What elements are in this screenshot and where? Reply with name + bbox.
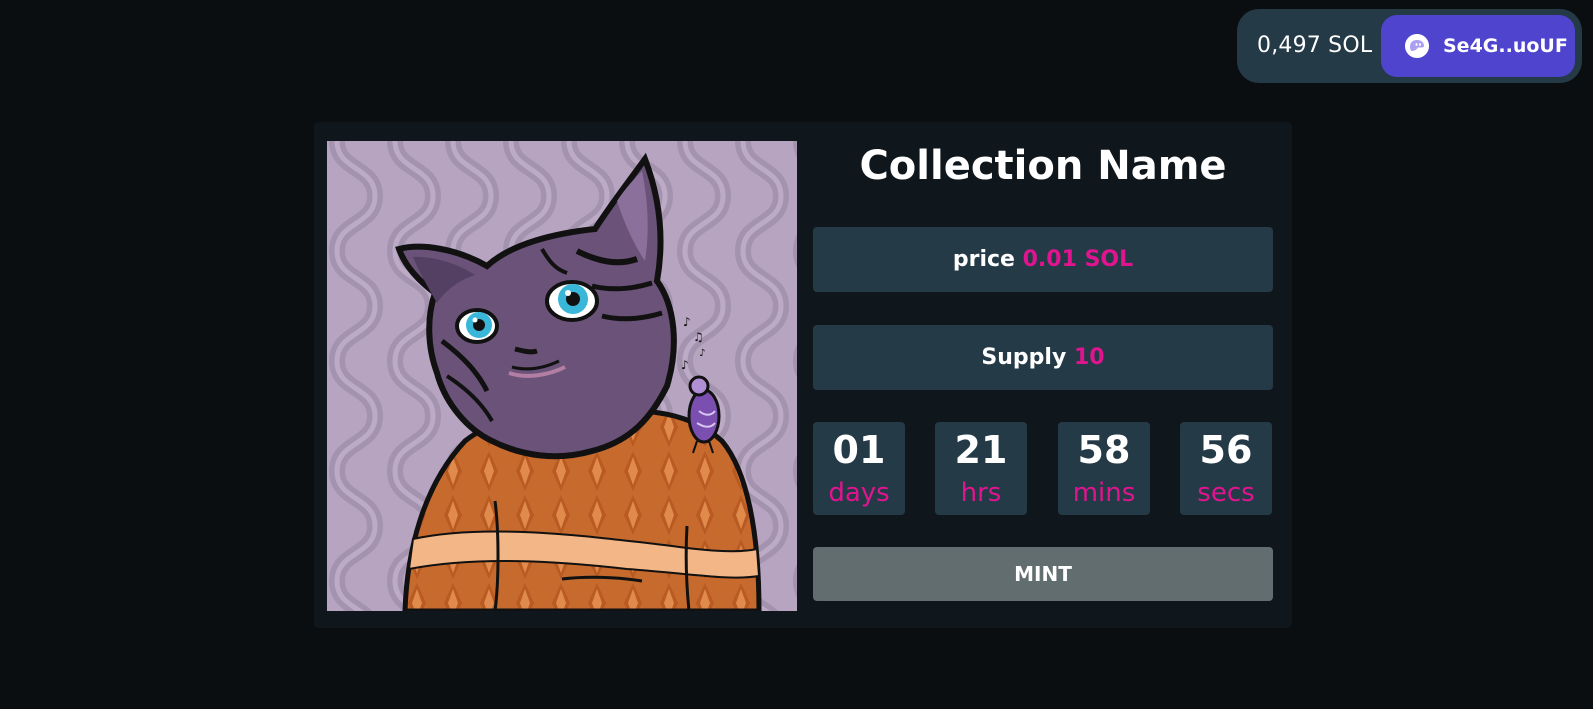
countdown-days-label: days <box>828 478 890 508</box>
countdown-seconds-value: 56 <box>1199 428 1253 472</box>
supply-panel: Supply 10 <box>813 325 1273 390</box>
mint-info-panel: Collection Name price 0.01 SOL Supply 10… <box>813 122 1273 628</box>
wallet-widget: 0,497 SOL Se4G..uoUF <box>1237 9 1582 83</box>
countdown-minutes: 58 mins <box>1058 422 1150 515</box>
countdown-seconds-label: secs <box>1197 478 1255 508</box>
countdown-hours-value: 21 <box>954 428 1008 472</box>
mint-button[interactable]: MINT <box>813 547 1273 601</box>
phantom-ghost-icon <box>1405 34 1429 58</box>
svg-text:♪: ♪ <box>699 348 705 359</box>
countdown-hours: 21 hrs <box>935 422 1027 515</box>
supply-value: 10 <box>1073 345 1105 370</box>
wallet-balance: 0,497 SOL <box>1257 33 1373 58</box>
collection-title: Collection Name <box>859 143 1227 189</box>
price-label: price <box>952 247 1015 272</box>
countdown-minutes-value: 58 <box>1077 428 1131 472</box>
mint-card: ♪ ♫ ♪ ♪ Collection Name price 0.01 SOL S… <box>314 122 1292 628</box>
svg-text:♪: ♪ <box>683 315 691 329</box>
supply-label: Supply <box>981 345 1067 370</box>
wallet-address: Se4G..uoUF <box>1443 35 1568 57</box>
countdown-minutes-label: mins <box>1072 478 1136 508</box>
countdown-days-value: 01 <box>832 428 886 472</box>
svg-text:♫: ♫ <box>693 330 704 344</box>
countdown-seconds: 56 secs <box>1180 422 1272 515</box>
svg-text:♪: ♪ <box>681 358 689 372</box>
countdown-hours-label: hrs <box>960 478 1002 508</box>
wallet-address-button[interactable]: Se4G..uoUF <box>1381 15 1575 77</box>
nft-artwork-image: ♪ ♫ ♪ ♪ <box>327 141 797 611</box>
countdown-days: 01 days <box>813 422 905 515</box>
price-panel: price 0.01 SOL <box>813 227 1273 292</box>
price-value: 0.01 SOL <box>1022 247 1134 272</box>
